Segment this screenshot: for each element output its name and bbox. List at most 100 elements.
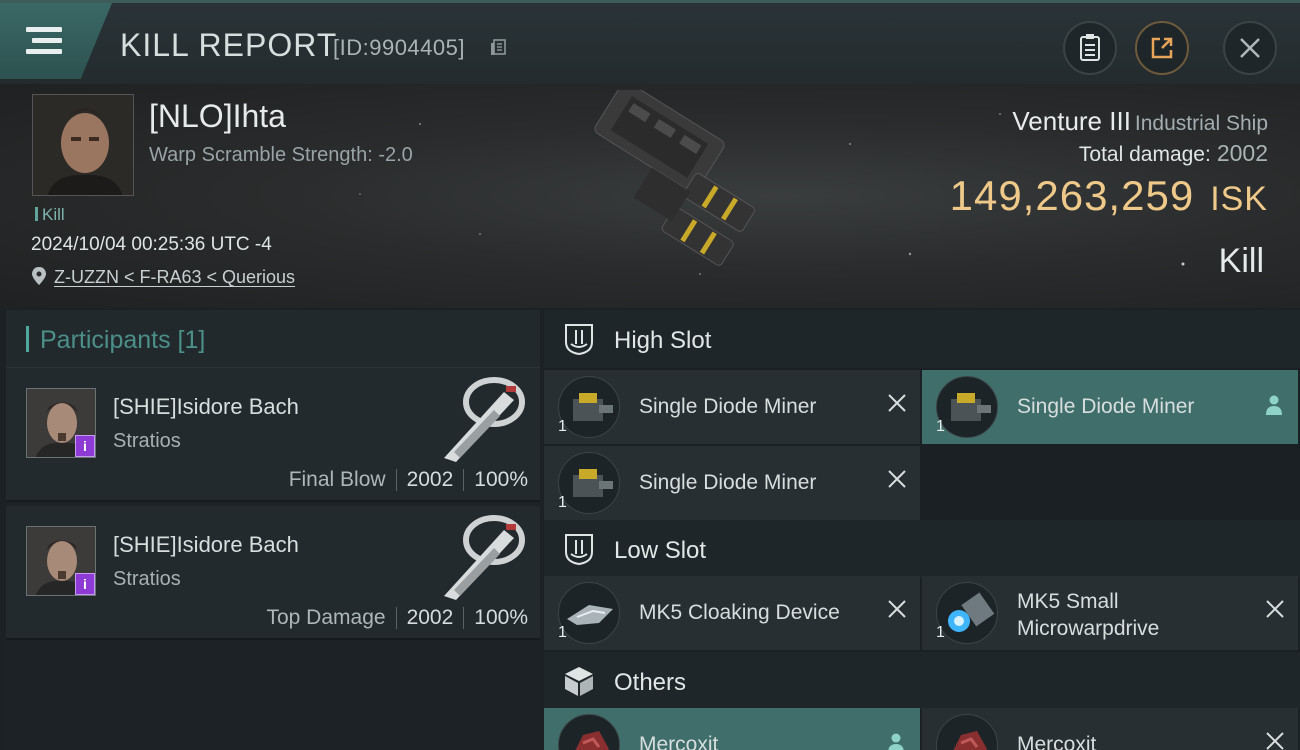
participant-card[interactable]: i [SHIE]Isidore Bach Stratios Final Blow… <box>6 368 540 502</box>
divider <box>463 469 465 491</box>
participant-name[interactable]: [SHIE]Isidore Bach <box>113 394 299 420</box>
ship-class: Industrial Ship <box>1134 112 1268 135</box>
low-slot-label: Low Slot <box>614 537 707 564</box>
participant-stats: Top Damage 2002 100% <box>266 606 528 630</box>
ship-name[interactable]: Venture III <box>1012 106 1131 136</box>
divider <box>395 469 397 491</box>
participant-ship: Stratios <box>113 430 181 452</box>
isk-value: 149,263,259 ISK <box>950 172 1268 220</box>
destroyed-x-icon <box>888 470 906 488</box>
victim-avatar <box>33 95 133 195</box>
module-item[interactable]: 1 Single Diode Miner <box>544 446 920 520</box>
participant-role: Final Blow <box>288 468 386 491</box>
module-name: Single Diode Miner <box>639 471 817 494</box>
warp-scramble-strength: Warp Scramble Strength: -2.0 <box>149 144 413 166</box>
clipboard-icon <box>1080 34 1100 61</box>
hamburger-menu-icon <box>26 27 62 55</box>
participants-title: Participants [1] <box>40 326 206 354</box>
module-name: MK5 Small Microwarpdrive <box>1017 590 1160 640</box>
menu-button[interactable] <box>0 3 112 79</box>
module-quantity: 1 <box>558 494 567 511</box>
participant-damage: 2002 <box>406 468 454 491</box>
high-slot-header: High Slot <box>544 310 1300 368</box>
high-slot-label: High Slot <box>614 327 712 354</box>
share-icon <box>1151 37 1173 59</box>
ore-icon <box>936 714 998 750</box>
destroyed-x-icon <box>888 394 906 412</box>
victim-name[interactable]: [NLO]Ihta <box>149 98 286 135</box>
total-damage: Total damage: 2002 <box>1079 140 1268 167</box>
module-quantity: 1 <box>936 624 945 641</box>
miner-icon <box>558 376 620 438</box>
low-slot-header: Low Slot <box>544 520 1300 578</box>
destroyed-x-icon <box>888 600 906 618</box>
participant-stats: Final Blow 2002 100% <box>289 468 528 492</box>
module-quantity: 1 <box>558 624 567 641</box>
victim-ship: Venture III Industrial Ship <box>1012 106 1268 137</box>
share-button[interactable] <box>1135 21 1189 75</box>
total-damage-value: 2002 <box>1216 140 1268 166</box>
module-name: Single Diode Miner <box>639 395 817 418</box>
result-label: Kill <box>1218 242 1264 280</box>
kill-timestamp: 2024/10/04 00:25:36 UTC -4 <box>31 234 272 255</box>
info-badge-icon[interactable]: i <box>75 435 95 457</box>
participants-header: Participants [1] <box>6 310 540 368</box>
divider <box>463 607 465 629</box>
participant-percent: 100% <box>474 606 528 629</box>
victim-portrait[interactable] <box>32 94 134 196</box>
dropped-person-icon <box>888 733 904 750</box>
location-link[interactable]: Z-UZZN < F-RA63 < Querious <box>54 267 295 288</box>
participant-ship: Stratios <box>113 568 181 590</box>
report-id: [ID:9904405] <box>333 35 465 60</box>
isk-amount: 149,263,259 <box>949 172 1195 219</box>
module-item[interactable]: 1 Single Diode Miner <box>544 370 920 444</box>
miner-icon <box>936 376 998 438</box>
module-item[interactable]: 1 MK5 Cloaking Device <box>544 576 920 650</box>
module-quantity: 1 <box>936 418 945 435</box>
participant-card[interactable]: i [SHIE]Isidore Bach Stratios Top Damage… <box>6 506 540 640</box>
module-quantity: 1 <box>558 418 567 435</box>
others-label: Others <box>614 669 687 696</box>
module-item[interactable]: Mercoxit <box>922 708 1298 750</box>
module-item[interactable]: Mercoxit <box>544 708 920 750</box>
module-item[interactable]: 1 Single Diode Miner <box>922 370 1298 444</box>
module-item[interactable]: 1 MK5 Small Microwarpdrive <box>922 576 1298 650</box>
module-name: MK5 Cloaking Device <box>639 601 840 624</box>
destroyed-x-icon <box>1266 732 1284 750</box>
ore-icon <box>558 714 620 750</box>
dropped-person-icon <box>1266 395 1282 415</box>
info-badge-icon[interactable]: i <box>75 573 95 595</box>
top-bar: KILL REPORT [ID:9904405] <box>0 0 1300 84</box>
participants-panel: Participants [1] i [SHIE]Isidore Bach St… <box>6 310 540 750</box>
accent-bar <box>26 326 29 352</box>
microwarpdrive-icon <box>936 582 998 644</box>
close-button[interactable] <box>1223 21 1277 75</box>
participant-damage: 2002 <box>406 606 454 629</box>
venture-ship-render <box>594 90 755 266</box>
stratios-ship-render <box>444 377 525 462</box>
cloaking-device-icon <box>558 582 620 644</box>
close-icon <box>1240 38 1260 58</box>
miner-icon <box>558 452 620 514</box>
fitting-panel: High Slot 1 Single Diode Miner 1 Single … <box>544 310 1300 750</box>
module-name: Single Diode Miner <box>1017 395 1195 418</box>
high-slot-icon <box>565 324 593 356</box>
low-slot-icon <box>565 534 593 566</box>
others-header: Others <box>544 652 1300 710</box>
kill-type-tag: Kill <box>35 205 65 225</box>
victim-banner: [NLO]Ihta Warp Scramble Strength: -2.0 K… <box>0 84 1300 308</box>
module-name: Mercoxit <box>639 733 719 750</box>
divider <box>395 607 397 629</box>
destroyed-x-icon <box>1266 600 1284 618</box>
page-title: KILL REPORT <box>120 27 338 63</box>
copy-icon[interactable] <box>489 37 509 57</box>
participant-role: Top Damage <box>266 606 386 629</box>
isk-unit: ISK <box>1210 180 1268 218</box>
participant-percent: 100% <box>474 468 528 491</box>
clipboard-button[interactable] <box>1063 21 1117 75</box>
module-name: Mercoxit <box>1017 733 1097 750</box>
stratios-ship-render <box>444 515 525 600</box>
location-pin-icon <box>32 267 46 285</box>
cargo-box-icon <box>565 667 593 696</box>
participant-name[interactable]: [SHIE]Isidore Bach <box>113 532 299 558</box>
